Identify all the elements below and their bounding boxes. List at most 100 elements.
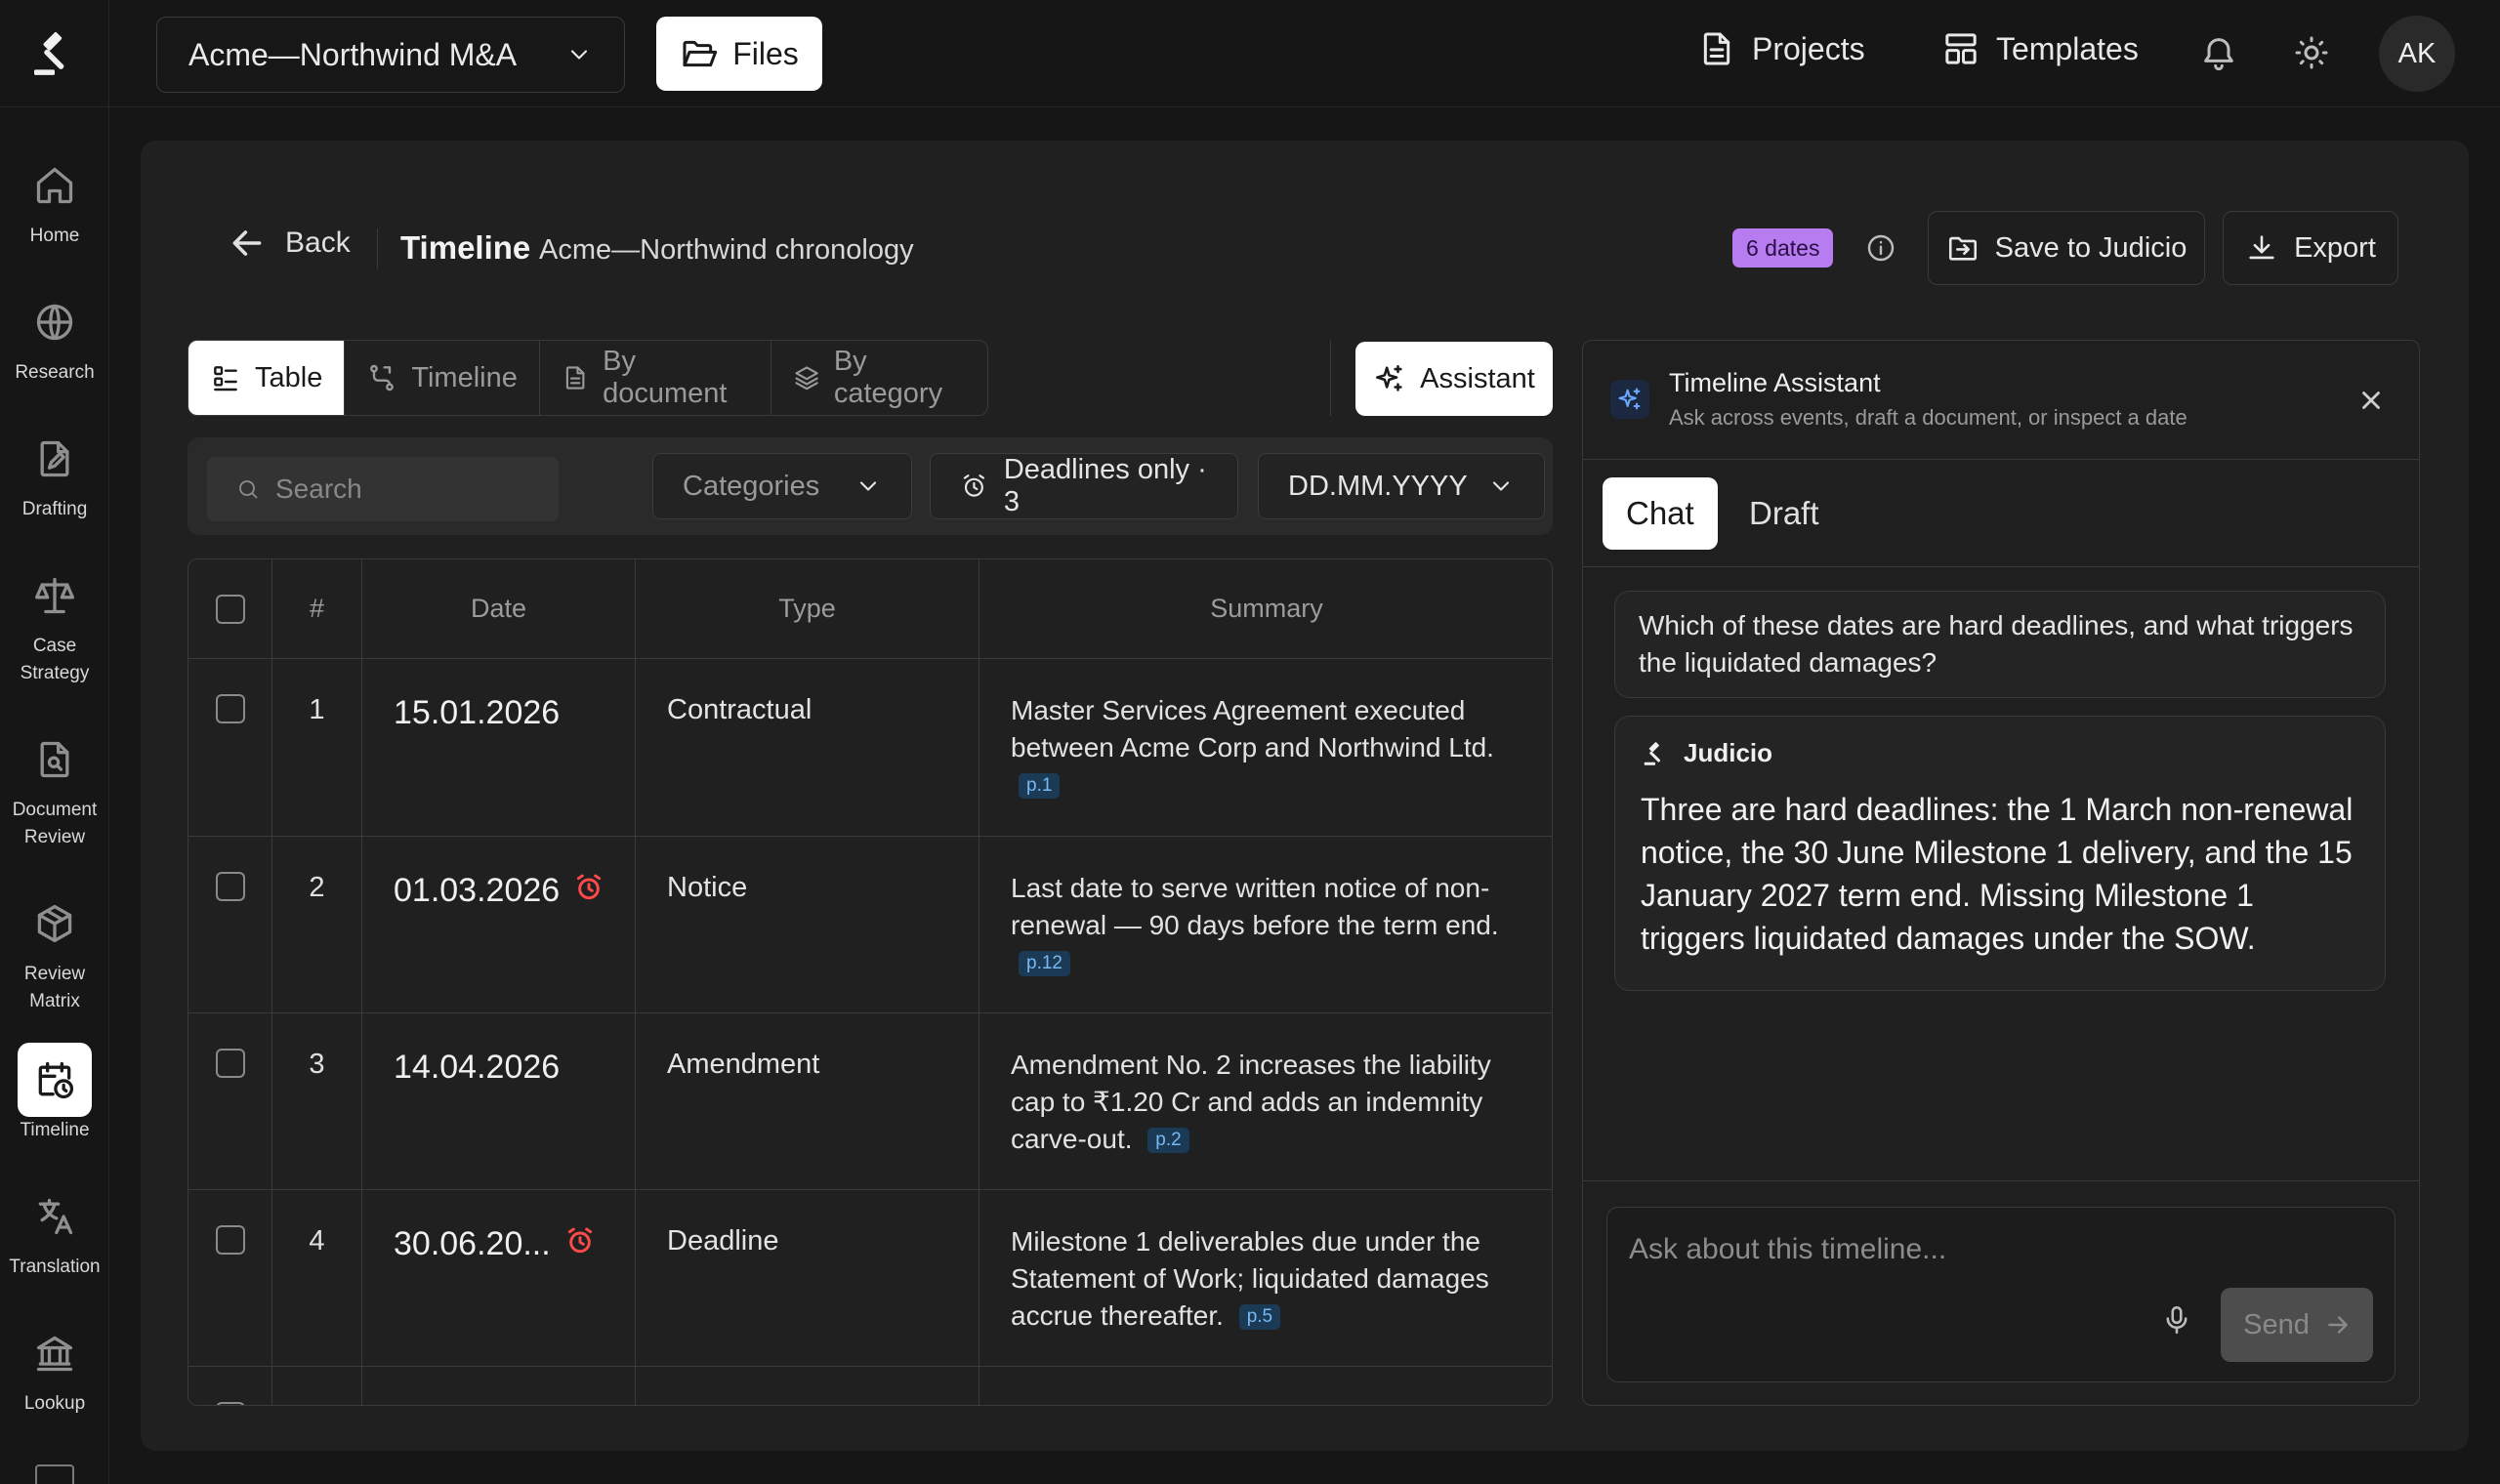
templates-link[interactable]: Templates [1941, 29, 2139, 68]
row-number: 3 [272, 1013, 362, 1189]
header-divider [377, 228, 378, 269]
page-reference-badge[interactable]: p.2 [1147, 1128, 1189, 1153]
chevron-down-icon [1492, 481, 1510, 491]
folder-open-icon [683, 40, 718, 67]
filter-bar: Categories Deadlines only · 3 DD.MM.YYYY [188, 437, 1553, 535]
column-header-type[interactable]: Type [636, 559, 979, 658]
chevron-down-icon [570, 50, 588, 60]
tab-timeline[interactable]: Timeline [345, 341, 540, 415]
deadline-alarm-icon [567, 1227, 592, 1254]
close-icon [2362, 392, 2380, 409]
back-button[interactable]: Back [229, 225, 351, 262]
templates-link-label: Templates [1996, 30, 2139, 66]
back-button-label: Back [285, 227, 351, 259]
search-box [207, 457, 559, 521]
close-assistant-button[interactable] [2356, 386, 2386, 415]
document-icon [565, 366, 585, 390]
column-header-num[interactable]: # [272, 559, 362, 658]
sidebar-item-case-strategy[interactable]: Case Strategy [0, 558, 109, 687]
notifications-button[interactable] [2199, 33, 2238, 72]
row-type: Amendment [636, 1013, 979, 1189]
layout-icon [1945, 33, 1977, 64]
avatar[interactable]: AK [2379, 16, 2455, 92]
row-summary: Master Services Agreement executed betwe… [1011, 695, 1494, 763]
toolbar-divider [1330, 340, 1331, 416]
sidebar-more-icon[interactable] [35, 1464, 74, 1484]
column-header-date[interactable]: Date [362, 559, 636, 658]
row-date: 30.06.20... [394, 1225, 551, 1262]
sidebar-item-research[interactable]: Research [0, 285, 109, 387]
row-summary-cell: Last date to serve written notice of non… [979, 837, 1552, 1012]
sidebar-item-label: Translation [9, 1257, 101, 1277]
deadlines-only-toggle[interactable]: Deadlines only · 3 [930, 453, 1238, 519]
row-summary: Amendment No. 2 increases the liability … [1011, 1050, 1491, 1154]
categories-dropdown[interactable]: Categories [652, 453, 912, 519]
tab-label: Timeline [411, 361, 518, 393]
row-checkbox[interactable] [215, 1049, 245, 1078]
table-row[interactable]: 4 30.06.20... Deadline Milestone 1 deliv… [188, 1190, 1552, 1367]
row-type: Deadline [636, 1190, 979, 1366]
assistant-message: Judicio Three are hard deadlines: the 1 … [1614, 716, 2386, 991]
microphone-button[interactable] [2160, 1303, 2193, 1337]
page-reference-badge[interactable]: p.1 [1019, 773, 1061, 799]
save-button-label: Save to Judicio [1994, 231, 2188, 264]
row-checkbox[interactable] [215, 1225, 245, 1255]
row-date-cell: 15.01.2026 [362, 659, 636, 836]
row-checkbox[interactable] [215, 1402, 245, 1405]
tab-by-document[interactable]: By document [540, 341, 771, 415]
page-reference-badge[interactable]: p.5 [1238, 1304, 1281, 1330]
save-to-judicio-button[interactable]: Save to Judicio [1928, 211, 2205, 285]
row-summary-cell: Amendment No. 2 increases the liability … [979, 1013, 1552, 1189]
chat-input[interactable] [1629, 1233, 2371, 1282]
arrow-left-icon [232, 230, 262, 256]
microphone-icon [2166, 1305, 2188, 1335]
sidebar-item-lookup[interactable]: Lookup [0, 1316, 109, 1418]
theme-toggle[interactable] [2292, 33, 2331, 72]
column-header-summary[interactable]: Summary [979, 559, 1552, 658]
files-button[interactable]: Files [656, 17, 822, 91]
sidebar-item-translation[interactable]: Translation [0, 1179, 109, 1281]
row-checkbox[interactable] [215, 872, 245, 901]
cube-icon [18, 886, 92, 961]
projects-link[interactable]: Projects [1697, 29, 1865, 68]
search-input[interactable] [275, 474, 529, 505]
sidebar-item-review-matrix[interactable]: Review Matrix [0, 886, 109, 1015]
timeline-assistant-panel: Timeline Assistant Ask across events, dr… [1582, 340, 2420, 1406]
export-button[interactable]: Export [2223, 211, 2398, 285]
tab-draft[interactable]: Draft [1726, 477, 1843, 550]
select-all-checkbox[interactable] [215, 594, 245, 624]
info-icon[interactable] [1865, 232, 1896, 264]
date-format-dropdown[interactable]: DD.MM.YYYY [1258, 453, 1545, 519]
send-button-label: Send [2243, 1308, 2310, 1340]
search-icon [239, 480, 258, 499]
row-summary: Last date to serve written notice of non… [1011, 873, 1499, 940]
row-type-cell [636, 1367, 979, 1405]
sidebar-item-document-review[interactable]: Document Review [0, 722, 109, 851]
sidebar-item-label: Document Review [12, 800, 98, 847]
table-row[interactable]: 1 15.01.2026 Contractual Master Services… [188, 659, 1552, 837]
categories-label: Categories [683, 470, 820, 502]
tab-by-category[interactable]: By category [771, 341, 987, 415]
chat-composer: Send [1606, 1207, 2396, 1382]
send-button[interactable]: Send [2221, 1288, 2373, 1362]
row-type: Notice [636, 837, 979, 1012]
table-row[interactable] [188, 1367, 1552, 1405]
tab-chat[interactable]: Chat [1603, 477, 1718, 550]
sidebar-item-timeline[interactable]: Timeline [0, 1043, 109, 1144]
assistant-tabs: Chat Draft [1583, 460, 2419, 567]
tab-table[interactable]: Table [188, 341, 346, 415]
project-select[interactable]: Acme—Northwind M&A [156, 17, 625, 93]
assistant-button[interactable]: Assistant [1355, 342, 1553, 416]
row-checkbox-cell [188, 1190, 272, 1366]
projects-link-label: Projects [1752, 30, 1865, 66]
sun-icon [2295, 36, 2328, 69]
app-logo[interactable] [0, 0, 109, 107]
page-reference-badge[interactable]: p.12 [1019, 951, 1070, 976]
top-bar: Acme—Northwind M&A Files Projects Templa… [109, 0, 2500, 107]
deadlines-label: Deadlines only · 3 [1003, 454, 1207, 517]
sidebar-item-drafting[interactable]: Drafting [0, 422, 109, 523]
table-row[interactable]: 2 01.03.2026 Notice Last date to serve w… [188, 837, 1552, 1013]
table-row[interactable]: 3 14.04.2026 Amendment Amendment No. 2 i… [188, 1013, 1552, 1190]
sidebar-item-home[interactable]: Home [0, 148, 109, 250]
row-checkbox[interactable] [215, 694, 245, 723]
